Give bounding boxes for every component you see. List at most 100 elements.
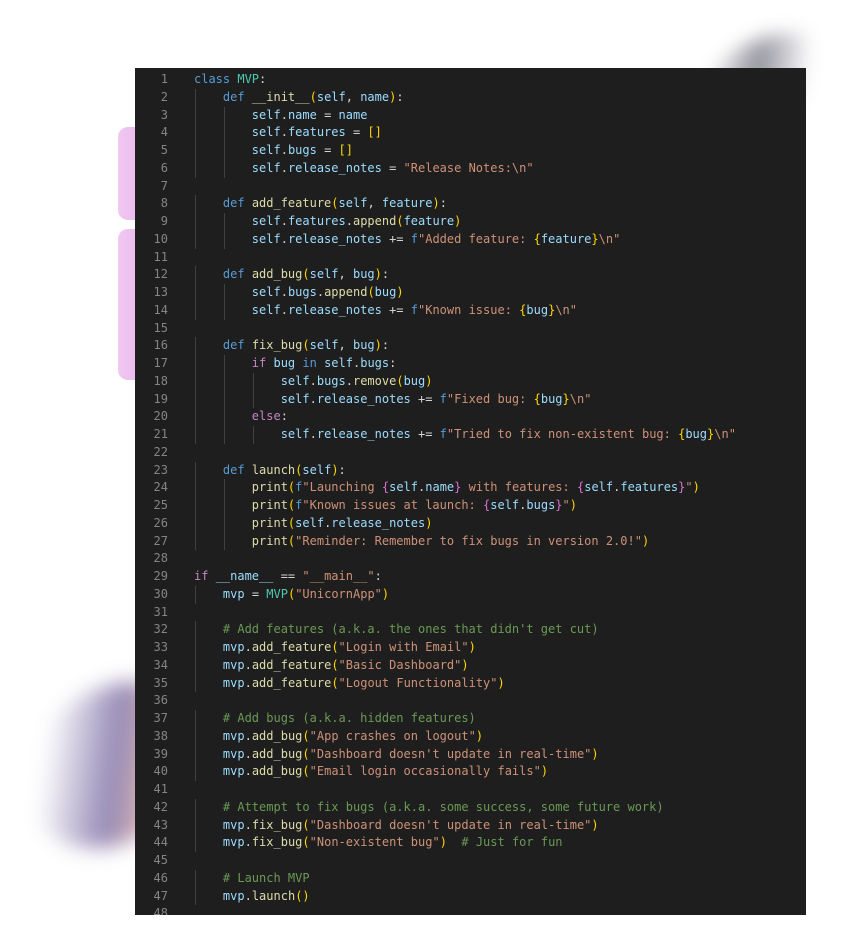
code-line[interactable]: 15 [135, 320, 806, 338]
code-editor[interactable]: 1 class MVP: 2 def __init__(self, name): 3 … [135, 68, 806, 915]
code-token: ( [302, 728, 310, 743]
indent-guide [195, 426, 196, 444]
code-line[interactable]: 5 self.bugs = [] [135, 142, 806, 160]
code-token: . [244, 657, 252, 672]
code-line[interactable]: 12 def add_bug(self, bug): [135, 266, 806, 284]
line-number: 6 [160, 160, 168, 175]
code-token: ) [540, 764, 549, 779]
code-line[interactable]: 9 self.features.append(feature) [135, 213, 806, 231]
code-token: mvp [222, 888, 245, 903]
indent-guide [223, 230, 225, 249]
code-line[interactable]: 14 self.release_notes += f"Known issue: … [135, 301, 806, 320]
code-token: mvp [222, 817, 245, 832]
code-line[interactable]: 46 # Launch MVP [135, 869, 806, 888]
code-token: release_notes [287, 302, 382, 317]
code-line[interactable]: 27 print("Reminder: Remember to fix bugs… [135, 532, 806, 551]
code-line[interactable]: 1 class MVP: [135, 71, 806, 89]
code-token: ( [331, 657, 339, 672]
code-line[interactable]: 21 self.release_notes += f"Tried to fix … [135, 426, 806, 444]
code-line[interactable]: 37 # Add bugs (a.k.a. hidden features) [135, 710, 806, 728]
indent-guide [195, 195, 196, 213]
code-line[interactable]: 3 self.name = name [135, 106, 806, 125]
code-token: "Dashboard doesn't update in real-time" [309, 817, 592, 832]
code-line[interactable]: 45 [135, 852, 806, 870]
code-line[interactable]: 42 # Attempt to fix bugs (a.k.a. some su… [135, 798, 806, 817]
code-token: ) [454, 214, 462, 228]
code-area[interactable]: 1 class MVP: 2 def __init__(self, name): 3 … [135, 68, 806, 915]
code-token: "Tried to fix non-existent bug: [446, 427, 679, 441]
line-number: 38 [153, 728, 168, 743]
code-line[interactable]: 6 self.release_notes = "Release Notes:\n… [135, 159, 806, 178]
code-token: ( [302, 835, 310, 850]
code-line[interactable]: 10 self.release_notes += f"Added feature… [135, 230, 806, 249]
code-line[interactable]: 25 print(f"Known issues at launch: {self… [135, 497, 806, 515]
code-line[interactable]: 35 mvp.add_feature("Logout Functionality… [135, 674, 806, 693]
code-token: "UnicornApp" [295, 586, 382, 601]
indent-guide [223, 408, 225, 426]
code-line[interactable]: 20 else: [135, 408, 806, 426]
indent-guide [195, 798, 196, 817]
code-token: = [316, 143, 339, 157]
code-token: self [251, 231, 281, 246]
code-line[interactable]: 28 [135, 550, 806, 568]
line-number: 40 [153, 764, 168, 779]
code-line[interactable]: 36 [135, 692, 806, 710]
code-token: ) [641, 533, 650, 548]
code-line[interactable]: 38 mvp.add_bug("App crashes on logout") [135, 727, 806, 746]
code-token: . [244, 764, 252, 779]
code-line[interactable]: 18 self.bugs.remove(bug) [135, 372, 806, 391]
code-line[interactable]: 13 self.bugs.append(bug) [135, 284, 806, 302]
code-line[interactable]: 44 mvp.fix_bug("Non-existent bug") # Jus… [135, 834, 806, 852]
code-token: mvp [222, 764, 245, 779]
code-line[interactable]: 11 [135, 249, 806, 267]
code-token: # Launch MVP [222, 870, 310, 885]
code-line[interactable]: 23 def launch(self): [135, 461, 806, 480]
code-line[interactable]: 40 mvp.add_bug("Email login occasionally… [135, 763, 806, 781]
code-line[interactable]: 32 # Add features (a.k.a. the ones that … [135, 621, 806, 639]
code-line[interactable]: 2 def __init__(self, name): [135, 88, 806, 107]
code-line[interactable]: 30 mvp = MVP("UnicornApp") [135, 585, 806, 604]
code-token: ( [302, 267, 310, 282]
line-number: 14 [153, 302, 168, 317]
indent-guide [223, 124, 225, 142]
code-line[interactable]: 8 def add_feature(self, feature): [135, 195, 806, 213]
code-line[interactable]: 26 print(self.release_notes) [135, 514, 806, 533]
code-line[interactable]: 4 self.features = [] [135, 124, 806, 142]
code-line[interactable]: 34 mvp.add_feature("Basic Dashboard") [135, 656, 806, 675]
line-number: 43 [153, 817, 168, 832]
code-line[interactable]: 47 mvp.launch() [135, 887, 806, 906]
code-token: += [381, 231, 411, 246]
code-token: . [280, 160, 288, 175]
code-token: "Launching [302, 480, 382, 495]
code-line[interactable]: 24 print(f"Launching {self.name} with fe… [135, 479, 806, 497]
code-line[interactable]: 19 self.release_notes += f"Fixed bug: {b… [135, 390, 806, 409]
code-line[interactable]: 7 [135, 178, 806, 196]
code-token: bugs [360, 356, 390, 370]
code-token: ) [302, 888, 310, 903]
code-token: self [251, 160, 281, 175]
code-token: add_bug [251, 764, 303, 779]
code-token: "Known issues at launch: [302, 498, 484, 512]
code-token: remove [352, 373, 397, 388]
code-line[interactable]: 22 [135, 444, 806, 462]
code-line[interactable]: 33 mvp.add_feature("Login with Email") [135, 639, 806, 657]
code-line[interactable]: 43 mvp.fix_bug("Dashboard doesn't update… [135, 816, 806, 835]
line-number: 29 [153, 569, 168, 583]
code-token: . [280, 107, 288, 122]
code-line[interactable]: 16 def fix_bug(self, bug): [135, 337, 806, 355]
code-line[interactable]: 39 mvp.add_bug("Dashboard doesn't update… [135, 745, 806, 764]
indent-guide [195, 461, 196, 480]
code-line[interactable]: 48 [135, 905, 806, 915]
code-token: add_feature [251, 640, 332, 654]
code-line[interactable]: 17 if bug in self.bugs: [135, 355, 806, 373]
code-line[interactable]: 29 if __name__ == "__main__": [135, 568, 806, 586]
code-token: "App crashes on logout" [309, 728, 476, 743]
code-line[interactable]: 31 [135, 604, 806, 622]
code-line[interactable]: 41 [135, 781, 806, 799]
